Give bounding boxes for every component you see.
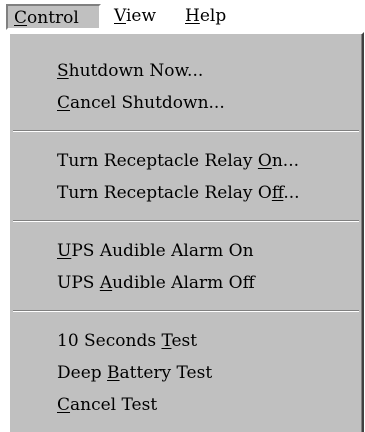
menu-control[interactable]: Control bbox=[6, 4, 101, 30]
menu-bar: Control View Help bbox=[0, 0, 365, 34]
menu-item-label-rest: n... bbox=[271, 151, 300, 171]
control-dropdown-menu: Shutdown Now... Cancel Shutdown... Turn … bbox=[8, 32, 364, 432]
menu-item-accelerator: U bbox=[57, 241, 72, 261]
menu-view-label-rest: iew bbox=[125, 6, 157, 26]
menu-item-accelerator: T bbox=[161, 331, 172, 351]
menu-item-relay-on[interactable]: Turn Receptacle Relay On... bbox=[57, 148, 299, 174]
menu-help[interactable]: Help bbox=[178, 4, 238, 30]
menu-item-10-seconds-test[interactable]: 10 Seconds Test bbox=[57, 328, 197, 354]
menu-item-alarm-off[interactable]: UPS Audible Alarm Off bbox=[57, 270, 255, 296]
menu-item-label-pre: Deep bbox=[57, 363, 108, 383]
menu-separator bbox=[13, 220, 359, 222]
menu-item-alarm-on[interactable]: UPS Audible Alarm On bbox=[57, 238, 254, 264]
menu-separator bbox=[13, 130, 359, 132]
menu-help-label-rest: elp bbox=[199, 6, 227, 26]
menu-item-label-rest: udible Alarm Off bbox=[112, 273, 255, 293]
menu-item-label-rest: hutdown Now... bbox=[68, 61, 204, 81]
menu-item-cancel-shutdown[interactable]: Cancel Shutdown... bbox=[57, 90, 225, 116]
menu-item-label-rest: f... bbox=[283, 183, 300, 203]
menu-item-label-rest: attery Test bbox=[119, 363, 213, 383]
menu-item-accelerator: C bbox=[57, 93, 71, 113]
menu-item-label-pre: Turn Receptacle Relay bbox=[57, 151, 258, 171]
menu-control-accelerator: C bbox=[14, 8, 28, 28]
menu-item-accelerator: f bbox=[271, 183, 284, 203]
menu-view[interactable]: View bbox=[107, 4, 169, 30]
menu-item-label-pre: UPS bbox=[57, 273, 100, 293]
menu-item-accelerator: C bbox=[57, 395, 71, 415]
menu-item-label-rest: est bbox=[171, 331, 198, 351]
menu-item-shutdown-now[interactable]: Shutdown Now... bbox=[57, 58, 203, 84]
menu-item-label-pre: 10 Seconds bbox=[57, 331, 162, 351]
menu-item-cancel-test[interactable]: Cancel Test bbox=[57, 392, 157, 418]
menu-item-accelerator: S bbox=[57, 61, 69, 81]
menu-item-label-pre: Turn Receptacle Relay O bbox=[57, 183, 272, 203]
menu-separator bbox=[13, 310, 359, 312]
menu-help-accelerator: H bbox=[185, 6, 200, 26]
menu-item-label-rest: ancel Shutdown... bbox=[70, 93, 225, 113]
menu-item-accelerator: A bbox=[99, 273, 113, 293]
menu-item-accelerator: B bbox=[107, 363, 120, 383]
menu-item-label-rest: ancel Test bbox=[70, 395, 158, 415]
menu-item-deep-battery-test[interactable]: Deep Battery Test bbox=[57, 360, 212, 386]
menu-item-relay-off[interactable]: Turn Receptacle Relay Off... bbox=[57, 180, 300, 206]
menu-view-accelerator: V bbox=[114, 6, 126, 26]
menu-item-label-rest: PS Audible Alarm On bbox=[71, 241, 254, 261]
menu-control-label-rest: ontrol bbox=[27, 8, 79, 28]
menu-item-accelerator: O bbox=[257, 151, 272, 171]
